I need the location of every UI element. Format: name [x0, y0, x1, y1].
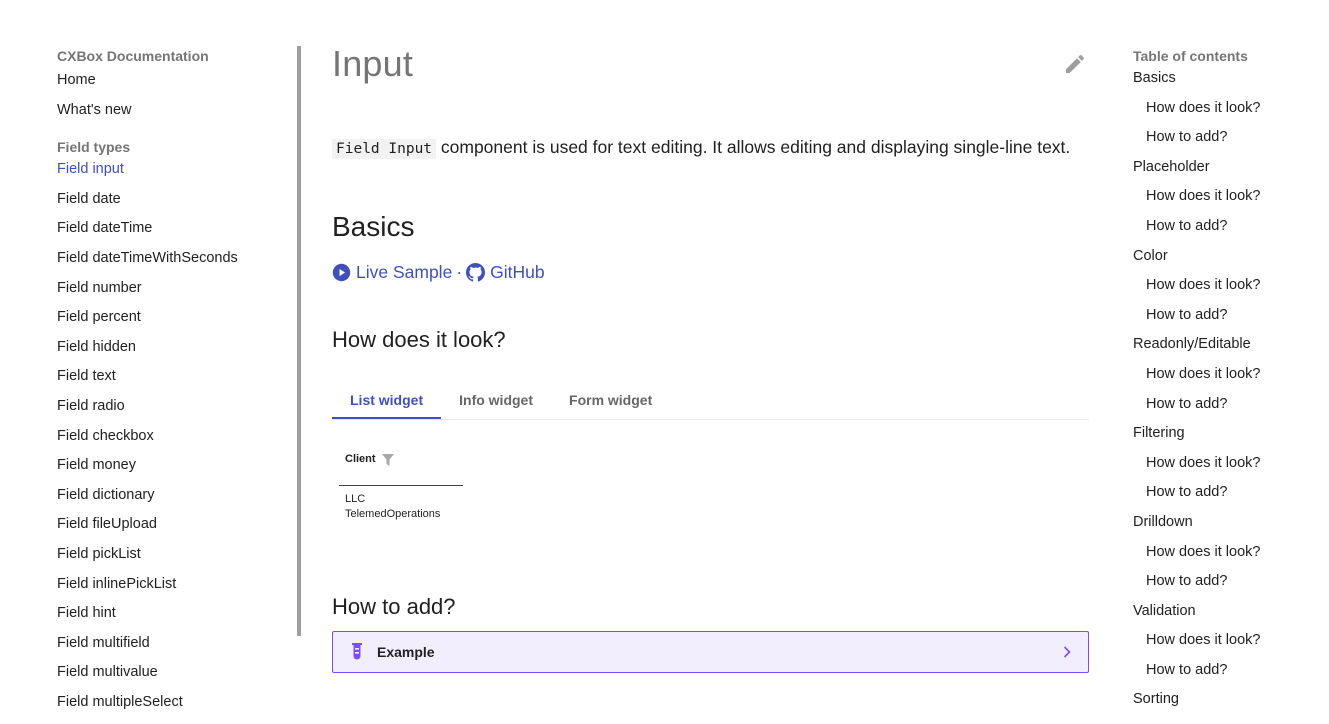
- toc-title: Table of contents: [1133, 48, 1248, 64]
- table-row[interactable]: LLC TelemedOperations: [339, 486, 463, 522]
- nav-item-field-date[interactable]: Field date: [57, 185, 287, 215]
- toc-item-drilldown[interactable]: Drilldown: [1133, 508, 1323, 538]
- live-sample-label: Live Sample: [356, 262, 453, 282]
- nav-item-field-money[interactable]: Field money: [57, 451, 287, 481]
- list-widget-preview: Client LLC TelemedOperations: [339, 450, 463, 522]
- tab-info-widget[interactable]: Info widget: [441, 382, 551, 419]
- toc-item-readonly-editable[interactable]: Readonly/Editable: [1133, 330, 1323, 360]
- heading-how-does-it-look: How does it look?: [332, 327, 506, 352]
- intro-text: component is used for text editing. It a…: [436, 137, 1071, 157]
- nav-item-field-datetimewithseconds[interactable]: Field dateTimeWithSeconds: [57, 244, 287, 274]
- filter-icon[interactable]: [381, 454, 394, 466]
- toc-item-filtering-look[interactable]: How does it look?: [1133, 449, 1323, 479]
- pencil-icon[interactable]: [1063, 52, 1087, 76]
- intro-code: Field Input: [332, 139, 437, 159]
- example-label: Example: [377, 644, 435, 660]
- nav-item-field-radio[interactable]: Field radio: [57, 392, 287, 422]
- nav-item-field-input[interactable]: Field input: [57, 155, 287, 185]
- main-content: Input Field Input component is used for …: [332, 40, 1089, 673]
- column-header: Client: [339, 450, 463, 486]
- toc-item-color[interactable]: Color: [1133, 242, 1323, 272]
- toc-item-sorting[interactable]: Sorting: [1133, 685, 1323, 715]
- nav-item-field-multipleselect[interactable]: Field multipleSelect: [57, 688, 287, 718]
- nav-item-home[interactable]: Home: [57, 66, 287, 96]
- nav-item-field-text[interactable]: Field text: [57, 362, 287, 392]
- widget-tabs: List widget Info widget Form widget: [332, 382, 1089, 420]
- toc-item-filtering-add[interactable]: How to add?: [1133, 478, 1323, 508]
- left-nav-scrollbar[interactable]: [297, 46, 301, 636]
- cell-line-2: TelemedOperations: [345, 508, 441, 520]
- column-header-label: Client: [345, 453, 376, 465]
- nav-section-title-field-types: Field types: [57, 139, 131, 156]
- nav-list-docs: Home What's new: [57, 66, 287, 125]
- nav-item-field-datetime[interactable]: Field dateTime: [57, 214, 287, 244]
- toc-item-placeholder-look[interactable]: How does it look?: [1133, 182, 1323, 212]
- nav-item-field-hidden[interactable]: Field hidden: [57, 333, 287, 363]
- example-expander[interactable]: Example: [332, 631, 1089, 673]
- play-circle-icon: [332, 263, 351, 281]
- toc-item-filtering[interactable]: Filtering: [1133, 419, 1323, 449]
- heading-how-to-add: How to add?: [332, 594, 456, 619]
- toc-item-validation-add[interactable]: How to add?: [1133, 656, 1323, 686]
- nav-item-field-fileupload[interactable]: Field fileUpload: [57, 510, 287, 540]
- tab-form-widget[interactable]: Form widget: [551, 382, 670, 419]
- toc-item-color-look[interactable]: How does it look?: [1133, 271, 1323, 301]
- toc-item-validation[interactable]: Validation: [1133, 597, 1323, 627]
- toc-item-basics-look[interactable]: How does it look?: [1133, 94, 1323, 124]
- github-icon: [466, 262, 486, 282]
- nav-item-whats-new[interactable]: What's new: [57, 96, 287, 126]
- nav-item-field-multifield[interactable]: Field multifield: [57, 629, 287, 659]
- toc-item-basics-add[interactable]: How to add?: [1133, 123, 1323, 153]
- nav-item-field-hint[interactable]: Field hint: [57, 599, 287, 629]
- toc-list: Basics How does it look? How to add? Pla…: [1133, 64, 1323, 715]
- toc-item-validation-look[interactable]: How does it look?: [1133, 626, 1323, 656]
- nav-item-field-picklist[interactable]: Field pickList: [57, 540, 287, 570]
- nav-item-field-inlinepicklist[interactable]: Field inlinePickList: [57, 570, 287, 600]
- test-tube-icon: [352, 643, 362, 660]
- toc-item-placeholder-add[interactable]: How to add?: [1133, 212, 1323, 242]
- cell-line-1: LLC: [345, 493, 366, 505]
- nav-item-field-percent[interactable]: Field percent: [57, 303, 287, 333]
- toc-item-readonly-add[interactable]: How to add?: [1133, 390, 1323, 420]
- nav-item-field-checkbox[interactable]: Field checkbox: [57, 422, 287, 452]
- toc-item-drilldown-look[interactable]: How does it look?: [1133, 538, 1323, 568]
- toc-item-readonly-look[interactable]: How does it look?: [1133, 360, 1323, 390]
- github-link[interactable]: GitHub: [466, 260, 545, 284]
- nav-item-field-multivalue[interactable]: Field multivalue: [57, 658, 287, 688]
- table-of-contents: Table of contents Basics How does it loo…: [1133, 46, 1323, 715]
- nav-item-field-dictionary[interactable]: Field dictionary: [57, 481, 287, 511]
- tab-list-widget[interactable]: List widget: [332, 382, 442, 419]
- live-sample-link[interactable]: Live Sample: [332, 260, 452, 284]
- heading-basics: Basics: [332, 211, 415, 242]
- github-label: GitHub: [490, 262, 545, 282]
- intro-paragraph: Field Input component is used for text e…: [332, 135, 1089, 161]
- basics-links: Live Sample · GitHub: [332, 260, 1089, 284]
- nav-section-title-docs: CXBox Documentation: [57, 48, 209, 64]
- chevron-right-icon: [1063, 646, 1071, 658]
- toc-item-drilldown-add[interactable]: How to add?: [1133, 567, 1323, 597]
- left-nav: CXBox Documentation Home What's new Fiel…: [57, 46, 287, 717]
- toc-item-placeholder[interactable]: Placeholder: [1133, 153, 1323, 183]
- page-title: Input: [332, 43, 414, 84]
- toc-item-color-add[interactable]: How to add?: [1133, 301, 1323, 331]
- nav-item-field-number[interactable]: Field number: [57, 274, 287, 304]
- toc-item-basics[interactable]: Basics: [1133, 64, 1323, 94]
- nav-list-field-types: Field input Field date Field dateTime Fi…: [57, 155, 287, 717]
- link-separator: ·: [456, 262, 463, 282]
